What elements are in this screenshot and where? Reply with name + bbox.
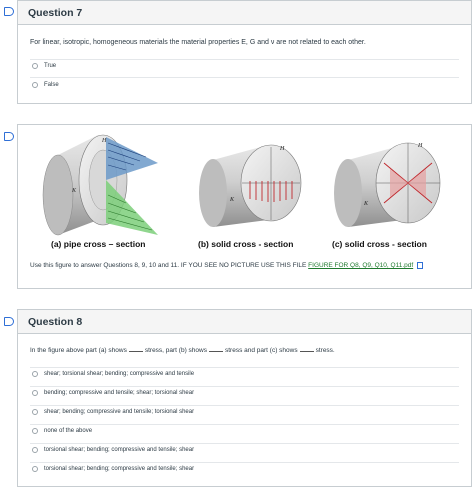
option-label: shear; torsional shear; bending; compres… [44,371,195,377]
divider [30,367,459,368]
question-7-text: For linear, isotropic, homogeneous mater… [30,39,366,46]
option-6[interactable]: torsional shear; bending; compressive an… [32,466,194,472]
figure-caption: Use this figure to answer Questions 8, 9… [30,262,423,269]
solid-cross-section-bending-diagram: H K [199,144,302,227]
label-solid-cross-section-b: (b) solid cross - section [198,239,294,249]
option-label: none of the above [44,428,93,434]
option-4[interactable]: none of the above [32,428,92,434]
option-label: True [44,63,57,69]
solid-cross-section-shear-diagram: H K [334,142,441,227]
option-label: False [44,82,59,88]
option-true[interactable]: True [32,63,56,69]
radio-button[interactable] [32,371,38,377]
question-8-text-part: In the figure above part (a) shows [30,347,127,354]
radio-button[interactable] [32,466,38,472]
radio-button[interactable] [32,63,38,69]
option-1[interactable]: shear; torsional shear; bending; compres… [32,371,194,377]
option-3[interactable]: shear; bending; compressive and tensile;… [32,409,194,415]
flag-question-8[interactable] [4,317,14,326]
question-8-header: Question 8 [18,310,471,334]
figure-card: H K H K H K (a) pipe cross – section (b)… [17,124,472,289]
radio-button[interactable] [32,390,38,396]
radio-button[interactable] [32,409,38,415]
option-false[interactable]: False [32,82,59,88]
radio-button[interactable] [32,82,38,88]
h-axis-label: H [417,143,423,149]
question-8-text-part: stress. [315,347,335,354]
preview-icon[interactable] [416,262,423,269]
divider [30,462,459,463]
radio-button[interactable] [32,428,38,434]
radio-button[interactable] [32,447,38,453]
divider [30,424,459,425]
blank [208,351,223,352]
option-label: shear; bending; compressive and tensile;… [44,409,195,415]
blank [299,351,314,352]
pipe-cross-section-diagram: H K [42,134,158,236]
blank [128,351,143,352]
question-8-text-part: stress, part (b) shows [144,347,207,354]
figure-pdf-link[interactable]: FIGURE FOR Q8, Q9, Q10, Q11.pdf [308,262,413,269]
option-5[interactable]: torsional shear; bending; compressive an… [32,447,194,453]
option-2[interactable]: bending; compressive and tensile; shear;… [32,390,194,396]
question-7-card: Question 7 For linear, isotropic, homoge… [17,0,472,104]
h-axis-label: H [279,146,285,152]
option-label: torsional shear; bending; compressive an… [44,466,195,472]
label-pipe-cross-section: (a) pipe cross – section [51,239,146,249]
option-label: torsional shear; bending; compressive an… [44,447,195,453]
option-label: bending; compressive and tensile; shear;… [44,390,195,396]
beam-cross-section-figure: H K H K H K [42,134,441,236]
divider [30,405,459,406]
question-8-title: Question 8 [28,315,83,328]
divider [30,386,459,387]
question-7-header: Question 7 [18,1,471,25]
flag-figure[interactable] [4,132,14,141]
divider [30,77,459,78]
h-axis-label: H [101,138,107,144]
question-8-text-part: stress and part (c) shows [224,347,298,354]
caption-text: Use this figure to answer Questions 8, 9… [30,262,309,270]
divider [30,443,459,444]
flag-question-7[interactable] [4,7,14,16]
question-8-card: Question 8 In the figure above part (a) … [17,309,472,487]
divider [30,59,459,60]
question-7-title: Question 7 [28,6,83,19]
label-solid-cross-section-c: (c) solid cross - section [332,239,427,249]
question-8-text: In the figure above part (a) shows stress… [30,347,335,354]
